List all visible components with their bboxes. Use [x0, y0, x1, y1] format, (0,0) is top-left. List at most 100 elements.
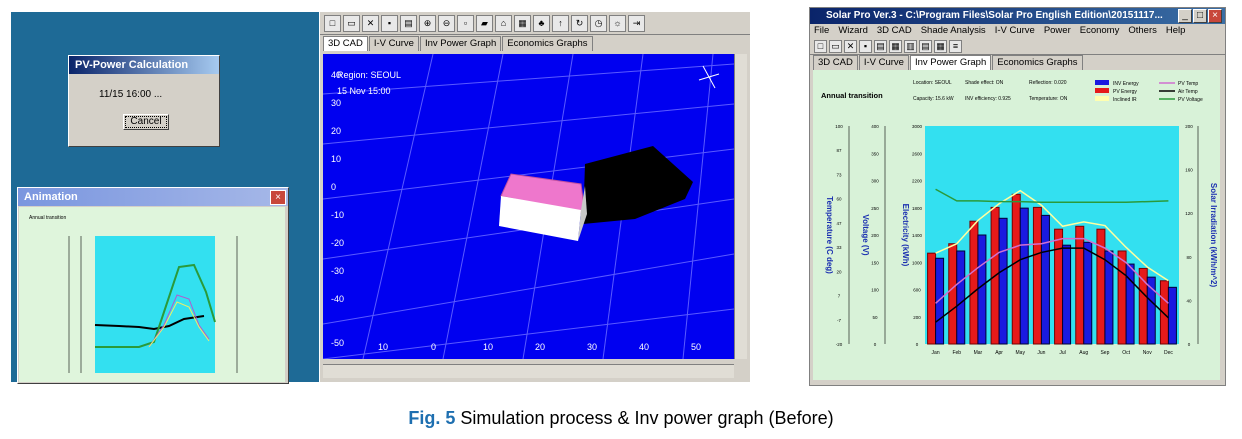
panel-icon[interactable]: ▰ [476, 14, 493, 32]
delete-icon[interactable]: ✕ [362, 14, 379, 32]
menu-economy[interactable]: Economy [1080, 24, 1120, 38]
exit-icon[interactable]: ⇥ [628, 14, 645, 32]
irr-tick-5: 0 [1188, 342, 1191, 347]
zoom-in-icon[interactable]: ⊕ [419, 14, 436, 32]
delete-icon[interactable]: ✕ [844, 39, 857, 53]
cad-viewport[interactable]: 40 30 20 10 0 -10 -20 -30 -40 -50 10 0 1… [323, 54, 734, 359]
axis-tick-x1: 0 [431, 342, 436, 352]
tab-economics-graphs[interactable]: Economics Graphs [502, 36, 593, 51]
x-tick-Aug: Aug [1079, 350, 1088, 356]
cad-tabs: 3D CAD I-V Curve Inv Power Graph Economi… [320, 35, 750, 51]
menu-3d-cad[interactable]: 3D CAD [877, 24, 912, 38]
tab-inv-power-graph[interactable]: Inv Power Graph [909, 55, 992, 70]
zoom-out-icon[interactable]: ⊖ [438, 14, 455, 32]
menu-power[interactable]: Power [1044, 24, 1071, 38]
menu-help[interactable]: Help [1166, 24, 1186, 38]
compass-icon [698, 65, 720, 89]
list-icon[interactable]: ≡ [949, 39, 962, 53]
menu-file[interactable]: File [814, 24, 829, 38]
grid-icon[interactable]: ▦ [934, 39, 947, 53]
rotate-icon[interactable]: ↻ [571, 14, 588, 32]
temp-tick-5: 33 [836, 245, 842, 250]
report-icon[interactable]: ▤ [919, 39, 932, 53]
table-icon[interactable]: ▦ [889, 39, 902, 53]
save-icon[interactable]: ▪ [381, 14, 398, 32]
sun-icon[interactable]: ☼ [609, 14, 626, 32]
select-icon[interactable]: ▫ [457, 14, 474, 32]
bar-pv-energy-Jan [927, 252, 937, 345]
elec-tick-2: 2200 [912, 179, 923, 184]
menu-others[interactable]: Others [1128, 24, 1157, 38]
new-file-icon[interactable]: □ [324, 14, 341, 32]
datetime-label: 15 Nov 15:00 [337, 86, 391, 96]
region-label: Region: SEOUL [337, 70, 401, 80]
figure-caption: Fig. 5 Simulation process & Inv power gr… [0, 408, 1242, 429]
calc-status: 11/15 16:00 ... [99, 89, 163, 100]
tab-economics-graphs[interactable]: Economics Graphs [992, 55, 1083, 70]
bar-inv-energy-May [1019, 207, 1029, 345]
up-arrow-icon[interactable]: ↑ [552, 14, 569, 32]
temp-tick-9: -20 [836, 342, 843, 347]
elec-tick-1: 2600 [912, 151, 923, 156]
irr-tick-1: 160 [1185, 168, 1193, 173]
volt-tick-8: 0 [874, 342, 877, 347]
bar-inv-energy-Jul [1062, 244, 1072, 345]
axis-tick-x4: 30 [587, 342, 597, 352]
window-title: Solar Pro Ver.3 - C:\Program Files\Solar… [810, 8, 1225, 24]
caption-text: Simulation process & Inv power graph (Be… [455, 408, 834, 428]
axis-tick-y3: 10 [331, 154, 341, 164]
reflection-text: Reflection: 0.020 [1029, 80, 1067, 86]
new-file-icon[interactable]: □ [814, 39, 827, 53]
irr-tick-2: 120 [1185, 211, 1193, 216]
open-folder-icon[interactable]: ▭ [343, 14, 360, 32]
graph-svg: Annual transition Location: SEOUL Capaci… [821, 80, 1218, 356]
elec-tick-6: 600 [913, 288, 921, 293]
volt-tick-2: 300 [871, 179, 879, 184]
horizontal-scrollbar[interactable] [323, 364, 734, 378]
irr-tick-0: 200 [1185, 124, 1193, 129]
close-icon[interactable]: × [1208, 9, 1222, 23]
house-icon[interactable]: ⌂ [495, 14, 512, 32]
main-toolbar: □ ▭ ✕ ▪ ▤ ▦ ▥ ▤ ▦ ≡ [810, 38, 1225, 55]
legend-pv-temp: PV Temp [1178, 81, 1198, 87]
minimize-icon[interactable]: _ [1178, 9, 1192, 23]
animation-window: Animation × Annual transition [17, 187, 289, 384]
cancel-button[interactable]: Cancel [123, 114, 169, 130]
axis-tick-y2: 20 [331, 126, 341, 136]
inv-power-graph: Annual transition Location: SEOUL Capaci… [813, 70, 1220, 380]
vertical-scrollbar[interactable] [734, 54, 747, 359]
print-icon[interactable]: ▤ [400, 14, 417, 32]
clock-icon[interactable]: ◷ [590, 14, 607, 32]
close-icon[interactable]: × [270, 190, 286, 205]
menu-shade-analysis[interactable]: Shade Analysis [921, 24, 986, 38]
menu-wizard[interactable]: Wizard [838, 24, 868, 38]
inv-efficiency-text: INV efficiency: 0.925 [965, 96, 1011, 102]
building-icon[interactable]: ▦ [514, 14, 531, 32]
building-shadow [583, 146, 693, 224]
tab-inv-power-graph[interactable]: Inv Power Graph [419, 36, 502, 51]
x-tick-Nov: Nov [1143, 350, 1152, 356]
menu-iv-curve[interactable]: I-V Curve [995, 24, 1035, 38]
volt-tick-1: 350 [871, 151, 879, 156]
bar-inv-energy-Aug [1083, 241, 1093, 345]
tab-iv-curve[interactable]: I-V Curve [368, 36, 419, 51]
open-folder-icon[interactable]: ▭ [829, 39, 842, 53]
legend-inclined-ir: Inclined IR [1113, 97, 1137, 103]
tab-3d-cad[interactable]: 3D CAD [813, 55, 858, 70]
temp-tick-1: 87 [836, 148, 842, 153]
axis-tick-y4: 0 [331, 182, 336, 192]
tab-iv-curve[interactable]: I-V Curve [858, 55, 909, 70]
print-icon[interactable]: ▤ [874, 39, 887, 53]
maximize-icon[interactable]: □ [1193, 9, 1207, 23]
tree-icon[interactable]: ♣ [533, 14, 550, 32]
x-tick-Jan: Jan [932, 350, 940, 356]
chart-icon[interactable]: ▥ [904, 39, 917, 53]
legend-swatch-pv [1095, 88, 1109, 93]
bar-inv-energy-Jun [1040, 214, 1050, 345]
temp-tick-4: 47 [836, 221, 842, 226]
save-icon[interactable]: ▪ [859, 39, 872, 53]
tab-3d-cad[interactable]: 3D CAD [323, 36, 368, 51]
bar-pv-energy-Oct [1117, 250, 1127, 345]
x-tick-Jul: Jul [1059, 350, 1065, 356]
x-tick-Mar: Mar [974, 350, 983, 356]
